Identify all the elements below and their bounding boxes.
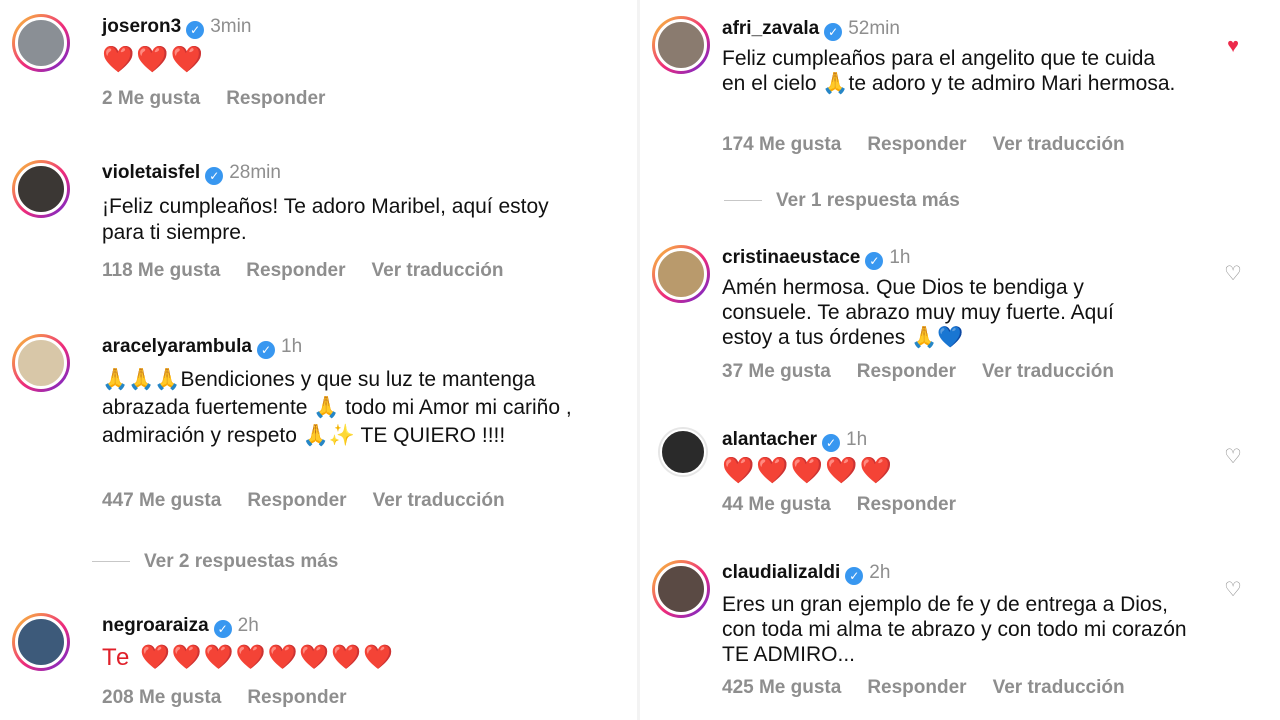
heart-icon[interactable]: ♥ <box>1222 36 1244 56</box>
likes-count[interactable]: 37 Me gusta <box>722 361 831 382</box>
timestamp: 28min <box>229 162 281 183</box>
comment-text: Eres un gran ejemplo de fe y de entrega … <box>722 593 1187 666</box>
timestamp: 1h <box>846 429 868 450</box>
avatar[interactable] <box>652 245 710 303</box>
comment-actions: 2 Me gusta Responder <box>102 88 351 110</box>
view-more-replies-label: Ver 1 respuesta más <box>776 190 960 211</box>
comment-item: cristinaeustace ✓ 1h Amén hermosa. Que Dio… <box>652 245 1270 395</box>
verified-badge-icon: ✓ <box>257 341 275 359</box>
comment-actions: 425 Me gusta Responder Ver traducción <box>722 677 1151 699</box>
verified-badge-icon: ✓ <box>865 252 884 270</box>
comment-item: violetaisfel ✓ 28min ¡Feliz cumpleaños! Te… <box>12 160 622 290</box>
left-comments-panel: joseron3 ✓ 3min ❤️❤️❤️ 2 Me gusta Responder… <box>0 0 640 720</box>
comment-actions: 447 Me gusta Responder Ver traducción <box>102 490 531 512</box>
avatar[interactable] <box>652 560 710 618</box>
reply-button[interactable]: Responder <box>247 490 346 511</box>
heart-icon[interactable]: ♡ <box>1222 447 1244 467</box>
likes-count[interactable]: 44 Me gusta <box>722 494 831 515</box>
heart-icon[interactable]: ♡ <box>1222 264 1244 284</box>
verified-badge-icon: ✓ <box>824 23 843 41</box>
avatar[interactable] <box>658 427 708 477</box>
verified-badge-icon: ✓ <box>822 434 841 452</box>
comment-header: violetaisfel ✓ 28min <box>102 160 281 186</box>
timestamp: 3min <box>210 16 252 37</box>
comment-text: Amén hermosa. Que Dios te bendiga y cons… <box>722 276 1114 349</box>
comment-header: afri_zavala ✓ 52min <box>722 16 900 42</box>
view-more-replies[interactable]: Ver 2 respuestas más <box>92 551 338 573</box>
username[interactable]: aracelyarambula <box>102 336 252 357</box>
likes-count[interactable]: 174 Me gusta <box>722 134 841 155</box>
timestamp: 1h <box>281 336 303 357</box>
comment-item: aracelyarambula ✓ 1h 🙏🙏🙏Bendiciones y que … <box>12 334 622 524</box>
reply-button[interactable]: Responder <box>246 260 345 281</box>
comment-actions: 118 Me gusta Responder Ver traducción <box>102 260 530 282</box>
comment-header: alantacher ✓ 1h <box>722 427 867 453</box>
avatar[interactable] <box>12 613 70 671</box>
view-more-replies[interactable]: Ver 1 respuesta más <box>724 190 960 212</box>
comment-header: aracelyarambula ✓ 1h <box>102 334 302 360</box>
translate-button[interactable]: Ver traducción <box>373 490 505 511</box>
reply-button[interactable]: Responder <box>867 677 966 698</box>
comment-text: ❤️❤️❤️ <box>102 44 206 74</box>
comment-item: alantacher ✓ 1h ❤️❤️❤️❤️❤️ 44 Me gusta Resp… <box>658 427 1270 527</box>
likes-count[interactable]: 2 Me gusta <box>102 88 200 109</box>
comment-header: cristinaeustace ✓ 1h <box>722 245 911 271</box>
timestamp: 1h <box>889 247 911 268</box>
username[interactable]: cristinaeustace <box>722 247 860 268</box>
comment-text: ¡Feliz cumpleaños! Te adoro Maribel, aqu… <box>102 195 549 244</box>
verified-badge-icon: ✓ <box>205 167 224 185</box>
replies-divider <box>92 561 130 563</box>
translate-button[interactable]: Ver traducción <box>372 260 504 281</box>
comment-actions: 44 Me gusta Responder <box>722 494 982 516</box>
comment-actions: 174 Me gusta Responder Ver traducción <box>722 134 1151 156</box>
verified-badge-icon: ✓ <box>213 620 232 638</box>
comment-actions: 208 Me gusta Responder <box>102 687 373 709</box>
right-comments-panel: afri_zavala ✓ 52min Feliz cumpleaños para … <box>640 0 1280 720</box>
replies-divider <box>724 200 762 202</box>
timestamp: 2h <box>237 615 259 636</box>
timestamp: 52min <box>848 18 900 39</box>
heart-icon[interactable]: ♡ <box>1222 580 1244 600</box>
comment-item: negroaraiza ✓ 2h Te ❤️❤️❤️❤️❤️❤️❤️❤️ 208 M… <box>12 613 622 718</box>
likes-count[interactable]: 447 Me gusta <box>102 490 221 511</box>
comment-item: claudializaldi ✓ 2h Eres un gran ejemplo d… <box>652 560 1270 710</box>
username[interactable]: joseron3 <box>102 16 181 37</box>
likes-count[interactable]: 208 Me gusta <box>102 687 221 708</box>
reply-button[interactable]: Responder <box>247 687 346 708</box>
avatar[interactable] <box>12 14 70 72</box>
comment-header: claudializaldi ✓ 2h <box>722 560 890 586</box>
comment-header: negroaraiza ✓ 2h <box>102 613 259 639</box>
comment-item: afri_zavala ✓ 52min Feliz cumpleaños para … <box>652 16 1270 166</box>
verified-badge-icon: ✓ <box>845 567 864 585</box>
view-more-replies-label: Ver 2 respuestas más <box>144 551 339 572</box>
translate-button[interactable]: Ver traducción <box>993 134 1125 155</box>
comment-text: ❤️❤️❤️❤️❤️ <box>722 455 894 485</box>
username[interactable]: afri_zavala <box>722 18 819 39</box>
comment-actions: 37 Me gusta Responder Ver traducción <box>722 361 1140 383</box>
reply-button[interactable]: Responder <box>867 134 966 155</box>
comment-text: 🙏🙏🙏Bendiciones y que su luz te mantenga … <box>102 368 572 447</box>
reply-button[interactable]: Responder <box>857 361 956 382</box>
username[interactable]: negroaraiza <box>102 615 209 636</box>
username[interactable]: violetaisfel <box>102 162 200 183</box>
avatar[interactable] <box>12 334 70 392</box>
username[interactable]: alantacher <box>722 429 817 450</box>
verified-badge-icon: ✓ <box>186 21 205 39</box>
avatar[interactable] <box>12 160 70 218</box>
timestamp: 2h <box>869 562 891 583</box>
avatar[interactable] <box>652 16 710 74</box>
comment-header: joseron3 ✓ 3min <box>102 14 251 40</box>
translate-button[interactable]: Ver traducción <box>993 677 1125 698</box>
comment-text: Te ❤️❤️❤️❤️❤️❤️❤️❤️ <box>102 644 396 671</box>
username[interactable]: claudializaldi <box>722 562 840 583</box>
likes-count[interactable]: 425 Me gusta <box>722 677 841 698</box>
reply-button[interactable]: Responder <box>226 88 325 109</box>
likes-count[interactable]: 118 Me gusta <box>102 260 220 281</box>
comment-item: joseron3 ✓ 3min ❤️❤️❤️ 2 Me gusta Responder <box>12 14 622 124</box>
comment-text: Feliz cumpleaños para el angelito que te… <box>722 47 1176 95</box>
translate-button[interactable]: Ver traducción <box>982 361 1114 382</box>
reply-button[interactable]: Responder <box>857 494 956 515</box>
